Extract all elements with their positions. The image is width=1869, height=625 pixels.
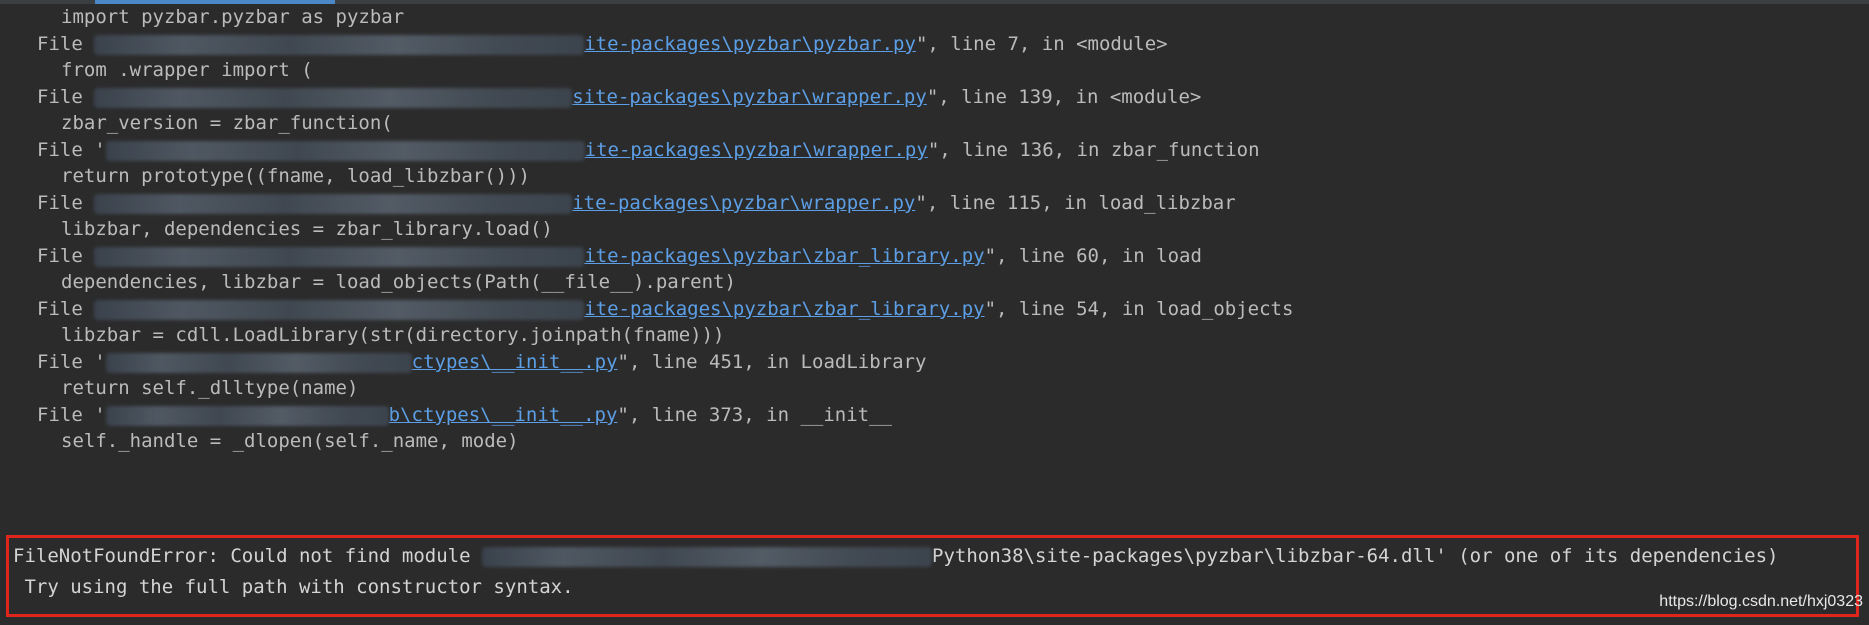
file-link[interactable]: site-packages\pyzbar\wrapper.py <box>572 86 927 108</box>
traceback-code-line: self._handle = _dlopen(self._name, mode) <box>61 430 519 452</box>
redacted-path <box>94 299 585 320</box>
watermark: https://blog.csdn.net/hxj0323 <box>1659 593 1863 610</box>
file-link[interactable]: ctypes\__init__.py <box>412 351 618 373</box>
redacted-path <box>105 352 412 373</box>
file-link[interactable]: ite-packages\pyzbar\zbar_library.py <box>584 245 984 267</box>
file-link[interactable]: ite-packages\pyzbar\pyzbar.py <box>584 33 916 55</box>
file-link[interactable]: b\ctypes\__init__.py <box>389 404 618 426</box>
redacted-path <box>94 87 573 108</box>
redacted-path <box>94 193 573 214</box>
console-output: import pyzbar.pyzbar as pyzbar File ite-… <box>0 0 1869 625</box>
redacted-path <box>105 405 389 426</box>
error-message-line: FileNotFoundError: Could not find module… <box>13 545 1779 567</box>
redacted-path <box>105 140 585 161</box>
redacted-path <box>94 246 585 267</box>
file-link[interactable]: ite-packages\pyzbar\wrapper.py <box>585 139 928 161</box>
redacted-path <box>482 546 932 567</box>
file-link[interactable]: ite-packages\pyzbar\wrapper.py <box>572 192 915 214</box>
error-hint-line: Try using the full path with constructor… <box>13 576 574 598</box>
file-link[interactable]: ite-packages\pyzbar\zbar_library.py <box>584 298 984 320</box>
redacted-path <box>94 34 585 55</box>
